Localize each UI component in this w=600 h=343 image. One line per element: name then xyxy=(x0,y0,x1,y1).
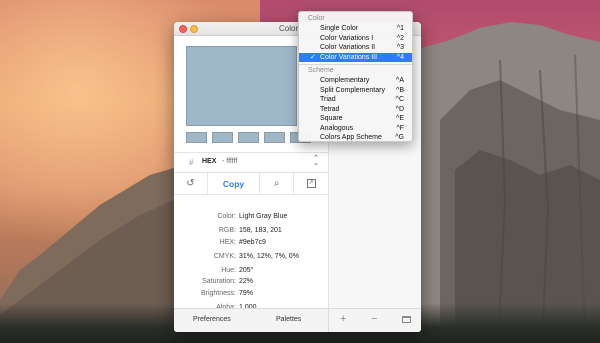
menu-item-split-complementary[interactable]: Split Complementary ^B xyxy=(299,86,412,96)
menu-item-label: Square xyxy=(320,115,343,122)
action-toolbar: ↺ Copy ⌕ ↗ xyxy=(174,173,328,194)
menu-item-shortcut: ^A xyxy=(396,77,404,84)
info-key: HEX: xyxy=(219,238,236,246)
menu-item-shortcut: ^3 xyxy=(396,44,404,51)
menu-separator xyxy=(299,64,412,65)
menu-item-shortcut: ^2 xyxy=(396,34,404,42)
menu-item-triad[interactable]: Triad ^C xyxy=(299,95,412,105)
copy-button[interactable]: Copy xyxy=(207,173,260,194)
menu-item-label: Analogous xyxy=(320,124,354,132)
info-value: 158, 183, 201 xyxy=(239,227,282,234)
info-value: 205° xyxy=(239,266,254,274)
expand-button[interactable]: ↗ xyxy=(294,173,328,194)
format-label: HEX xyxy=(202,158,217,165)
menu-item-label: Triad xyxy=(320,96,336,103)
color-info-list: Color: Light Gray Blue RGB: 158, 183, 20… xyxy=(174,213,328,315)
info-key: Hue: xyxy=(221,266,236,274)
menu-item-label: Tetrad xyxy=(320,105,340,113)
sidebar-toggle-icon[interactable] xyxy=(402,316,411,323)
hash-icon: # xyxy=(189,158,194,167)
menu-item-color-variations-ii[interactable]: Color Variations II ^3 xyxy=(299,43,412,53)
divider xyxy=(174,194,328,195)
remove-icon[interactable]: − xyxy=(371,313,377,325)
menu-item-label: Colors App Scheme xyxy=(320,134,382,141)
checkmark-icon: ✓ xyxy=(310,53,316,61)
info-value: Light Gray Blue xyxy=(239,213,288,220)
swatch-row xyxy=(186,132,311,143)
info-row: HEX: #9eb7c9 xyxy=(174,239,328,253)
info-row: Saturation: 22% xyxy=(174,278,328,290)
menu-item-shortcut: ^C xyxy=(395,96,404,103)
info-key: Saturation: xyxy=(202,278,236,285)
menu-item-shortcut: ^E xyxy=(396,115,404,122)
add-icon[interactable]: + xyxy=(340,313,346,325)
color-preview[interactable] xyxy=(186,46,297,126)
swatch[interactable] xyxy=(238,132,259,143)
menu-item-complementary[interactable]: Complementary ^A xyxy=(299,76,412,86)
info-value: 79% xyxy=(239,289,254,297)
menu-item-shortcut: ^4 xyxy=(396,53,404,61)
info-value: #9eb7c9 xyxy=(239,238,266,246)
menu-item-color-variations-i[interactable]: Color Variations I ^2 xyxy=(299,34,412,44)
menu-item-label: Split Complementary xyxy=(320,86,385,94)
close-window-button[interactable] xyxy=(179,25,187,33)
info-row: Brightness: 79% xyxy=(174,290,328,304)
info-row: Color: Light Gray Blue xyxy=(174,213,328,227)
format-value: - ffffff xyxy=(222,158,238,165)
menu-item-label: Color Variations III xyxy=(320,53,378,61)
preferences-button[interactable]: Preferences xyxy=(193,316,231,323)
menu-item-label: Single Color xyxy=(320,25,359,32)
menu-item-label: Color Variations I xyxy=(320,34,374,42)
menu-item-shortcut: ^G xyxy=(395,134,404,141)
menu-item-colors-app-scheme[interactable]: Colors App Scheme ^G xyxy=(299,133,412,143)
menu-item-single-color[interactable]: Single Color ^1 xyxy=(299,24,412,34)
palettes-button[interactable]: Palettes xyxy=(276,316,301,323)
menu-item-analogous[interactable]: Analogous ^F xyxy=(299,124,412,134)
menu-item-shortcut: ^D xyxy=(395,105,404,113)
menu-item-color-variations-iii[interactable]: ✓ Color Variations III ^4 xyxy=(299,52,412,62)
hex-format-selector[interactable]: # HEX - ffffff ⌃ ⌄ xyxy=(174,152,328,172)
info-value: 22% xyxy=(239,278,254,285)
menu-item-tetrad[interactable]: Tetrad ^D xyxy=(299,105,412,115)
eyedropper-icon[interactable]: ⌕ xyxy=(260,173,294,194)
info-row: CMYK: 31%, 12%, 7%, 0% xyxy=(174,253,328,267)
swatch[interactable] xyxy=(212,132,233,143)
swatch[interactable] xyxy=(264,132,285,143)
chevron-updown-icon[interactable]: ⌃ ⌄ xyxy=(313,155,319,167)
info-key: CMYK: xyxy=(213,252,236,260)
swatch[interactable] xyxy=(186,132,207,143)
info-row: RGB: 158, 183, 201 xyxy=(174,227,328,239)
menu-item-shortcut: ^1 xyxy=(396,25,404,32)
footer-divider xyxy=(328,309,329,332)
minimize-window-button[interactable] xyxy=(190,25,198,33)
menu-item-shortcut: ^B xyxy=(396,86,404,94)
menu-header-scheme: Scheme xyxy=(308,67,334,74)
window-title: Color xyxy=(279,24,299,33)
info-key: Color: xyxy=(217,213,236,220)
info-key: RGB: xyxy=(218,227,236,234)
mode-dropdown-menu: Color Single Color ^1 Color Variations I ^2… xyxy=(298,11,413,142)
history-icon[interactable]: ↺ xyxy=(174,173,207,194)
info-value: 31%, 12%, 7%, 0% xyxy=(239,252,299,260)
menu-item-square[interactable]: Square ^E xyxy=(299,114,412,124)
menu-item-label: Complementary xyxy=(320,77,370,84)
menu-item-shortcut: ^F xyxy=(396,124,404,132)
info-key: Brightness: xyxy=(200,289,236,297)
info-row: Hue: 205° xyxy=(174,267,328,279)
window-footer: Preferences Palettes + − xyxy=(174,308,421,332)
menu-item-label: Color Variations II xyxy=(320,44,376,51)
expand-icon: ↗ xyxy=(306,179,316,188)
menu-header-color: Color xyxy=(308,15,325,22)
